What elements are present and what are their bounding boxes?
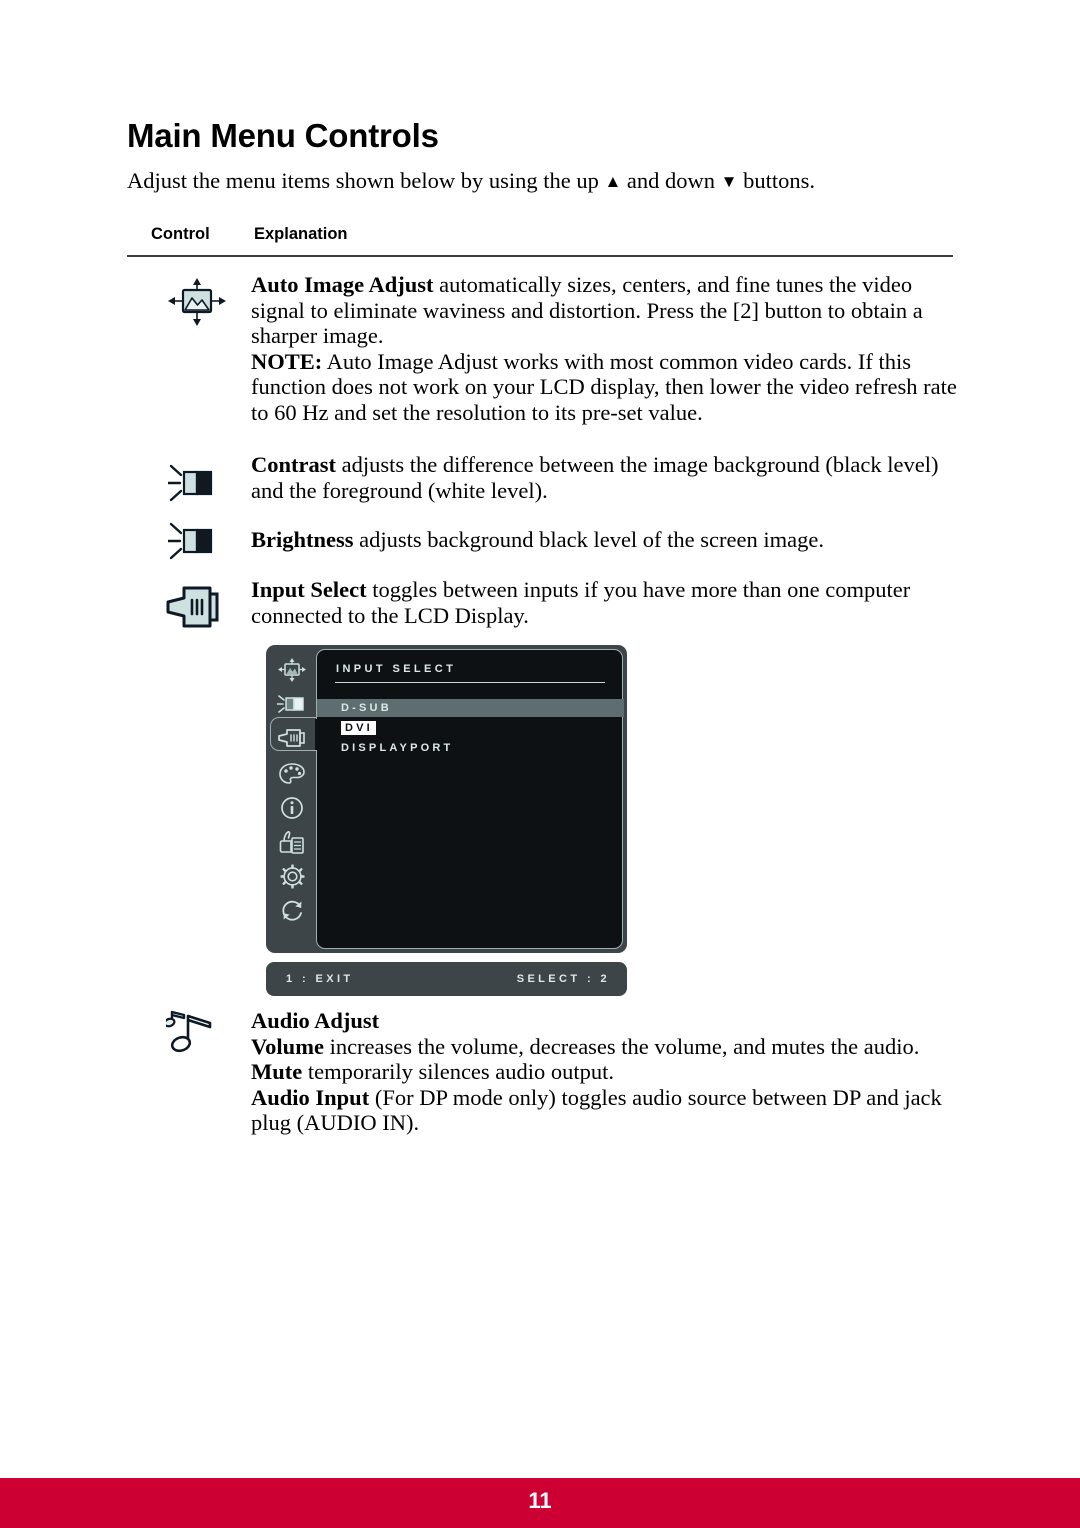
sidebar-item-information[interactable] bbox=[274, 793, 310, 823]
osd-menu-item-displayport[interactable]: DISPLAYPORT bbox=[317, 739, 624, 757]
osd-heading: INPUT SELECT bbox=[336, 663, 457, 675]
term-input-select: Input Select bbox=[251, 577, 367, 602]
osd-heading-divider bbox=[335, 682, 605, 684]
audio-adjust-icon bbox=[166, 1008, 228, 1060]
intro-text-after: buttons. bbox=[737, 168, 816, 193]
up-arrow-icon: ▲ bbox=[604, 172, 622, 191]
desc-contrast: adjusts the difference between the image… bbox=[251, 452, 939, 503]
desc-mute: temporarily silences audio output. bbox=[302, 1059, 615, 1085]
sidebar-item-color-adjust[interactable] bbox=[274, 759, 310, 789]
contrast-icon bbox=[168, 462, 230, 514]
page-title: Main Menu Controls bbox=[127, 117, 439, 154]
term-audio-adjust: Audio Adjust bbox=[251, 1008, 380, 1033]
desc-brightness: adjusts background black level of the sc… bbox=[353, 527, 824, 552]
term-auto-image-adjust: Auto Image Adjust bbox=[251, 272, 434, 297]
osd-panel: INPUT SELECT D-SUB DVI DISPLAYPORT bbox=[266, 645, 627, 953]
auto-image-adjust-icon bbox=[168, 278, 230, 330]
desc-volume: increases the volume, decreases the volu… bbox=[323, 1033, 920, 1059]
osd-menu-item-label: D-SUB bbox=[341, 702, 392, 714]
term-mute: Mute bbox=[251, 1059, 303, 1085]
osd-screen: INPUT SELECT D-SUB DVI DISPLAYPORT bbox=[316, 649, 624, 949]
osd-menu-item-dvi[interactable]: DVI bbox=[317, 719, 624, 737]
osd-tab-joint bbox=[315, 719, 319, 750]
osd-sidebar bbox=[266, 645, 318, 953]
osd-select-hint: SELECT : 2 bbox=[516, 973, 610, 985]
auto-image-adjust-description: Auto Image Adjust automatically sizes, c… bbox=[251, 272, 961, 426]
input-select-icon bbox=[166, 582, 228, 634]
osd-menu-item-label: DVI bbox=[341, 721, 376, 735]
osd-menu-item-dsub[interactable]: D-SUB bbox=[317, 699, 624, 717]
brightness-description: Brightness adjusts background black leve… bbox=[251, 527, 961, 553]
header-divider bbox=[127, 255, 953, 257]
sidebar-item-memory-recall[interactable] bbox=[274, 895, 310, 925]
sidebar-item-manual-image-adjust[interactable] bbox=[274, 827, 310, 857]
down-arrow-icon: ▼ bbox=[720, 172, 738, 191]
term-audio-input: Audio Input bbox=[251, 1084, 370, 1110]
brightness-icon bbox=[168, 520, 230, 572]
osd-exit-hint: 1 : EXIT bbox=[286, 973, 354, 985]
sidebar-item-input-select[interactable] bbox=[274, 723, 310, 753]
sidebar-item-auto-image-adjust[interactable] bbox=[274, 655, 310, 685]
term-brightness: Brightness bbox=[251, 527, 354, 552]
contrast-description: Contrast adjusts the difference between … bbox=[251, 452, 961, 503]
sidebar-item-contrast-brightness[interactable] bbox=[274, 689, 310, 719]
sidebar-item-setup-menu[interactable] bbox=[274, 861, 310, 891]
page-number: 11 bbox=[528, 1488, 552, 1513]
intro-text-middle: and down bbox=[621, 168, 721, 193]
input-select-description: Input Select toggles between inputs if y… bbox=[251, 577, 961, 628]
osd-menu-item-label: DISPLAYPORT bbox=[341, 742, 454, 754]
audio-adjust-description: Audio Adjust Volume increases the volume… bbox=[251, 1008, 961, 1136]
term-contrast: Contrast bbox=[251, 452, 336, 477]
term-volume: Volume bbox=[251, 1033, 324, 1059]
term-note: NOTE: bbox=[251, 348, 323, 374]
column-header-control: Control bbox=[151, 225, 210, 243]
intro-text-before: Adjust the menu items shown below by usi… bbox=[127, 168, 605, 193]
column-header-explanation: Explanation bbox=[254, 225, 348, 243]
osd-screenshot: INPUT SELECT D-SUB DVI DISPLAYPORT 1 : E… bbox=[266, 645, 627, 996]
desc-note: Auto Image Adjust works with most common… bbox=[251, 348, 957, 425]
intro-sentence: Adjust the menu items shown below by usi… bbox=[127, 168, 815, 194]
document-page: Main Menu Controls Adjust the menu items… bbox=[0, 0, 1080, 1528]
osd-bottom-bar: 1 : EXIT SELECT : 2 bbox=[266, 962, 627, 996]
